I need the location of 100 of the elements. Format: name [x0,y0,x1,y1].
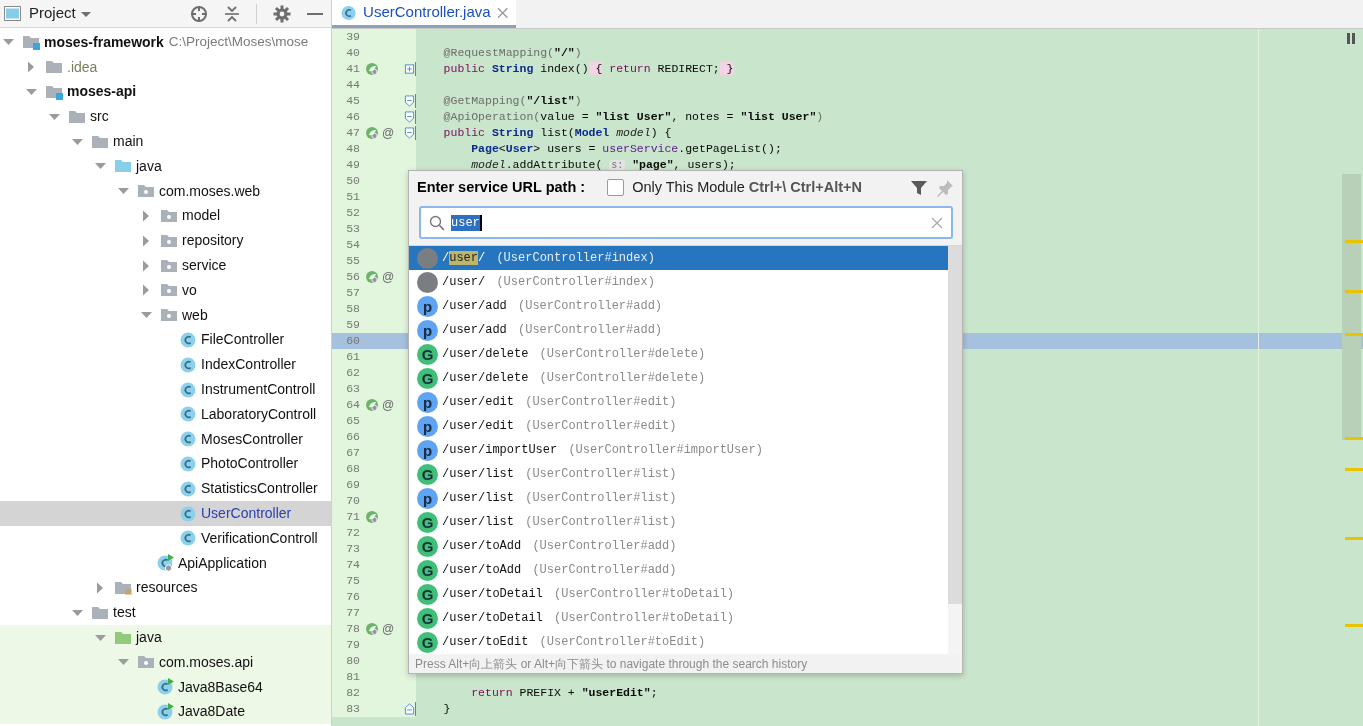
tree-item[interactable]: ApiApplication [0,550,331,576]
line-number: 53 [345,221,360,237]
method-dot [417,247,438,269]
method-badge: G [417,535,438,557]
result-item[interactable]: p /user/list (UserController#list) [409,486,948,510]
line-number: 65 [345,413,360,429]
tree-item[interactable]: vo [0,277,331,303]
result-item[interactable]: G /user/toEdit (UserController#toEdit) [409,630,948,654]
tree-item[interactable]: IndexController [0,352,331,378]
editor-tab[interactable]: UserController.java [332,0,516,28]
gutter-mark: @ [382,125,395,141]
result-item[interactable]: G /user/delete (UserController#delete) [409,366,948,390]
result-item[interactable]: G /user/delete (UserController#delete) [409,342,948,366]
line-number: 63 [345,381,360,397]
method-badge: G [417,583,438,605]
result-item[interactable]: /user/ (UserController#index) [409,270,948,294]
result-item[interactable]: G /user/list (UserController#list) [409,510,948,534]
tree-item[interactable]: repository [0,228,331,254]
tree-item[interactable]: .idea [0,54,331,80]
line-number: 77 [345,605,360,621]
runnable-class-icon [156,678,174,697]
tree-item[interactable]: resources [0,575,331,601]
tree-item[interactable]: com.moses.api [0,649,331,675]
fold-minus-icon[interactable] [404,94,415,108]
code-line: public String list(Model model) { [442,126,672,139]
pause-icon[interactable] [1347,33,1355,44]
tree-item[interactable]: src [0,104,331,130]
tree-item[interactable]: VerificationControll [0,525,331,551]
tree-item[interactable]: main [0,129,331,154]
result-item[interactable]: p /user/edit (UserController#edit) [409,414,948,438]
line-number: 83 [345,701,360,717]
line-number: 52 [345,205,360,221]
result-item[interactable]: G /user/toDetail (UserController#toDetail) [409,582,948,606]
filter-icon[interactable] [910,178,928,197]
clear-icon[interactable] [931,216,943,229]
tree-item[interactable]: web [0,302,331,328]
tree-item[interactable]: Java8Base64 [0,674,331,700]
navigation-hint: Press Alt+向上箭头 or Alt+向下箭头 to navigate through the search history [414,655,809,673]
tree-item[interactable]: test [0,600,331,626]
tree-item[interactable]: java [0,154,331,179]
result-item[interactable]: p /user/importUser (UserController#importUser) [409,438,948,462]
line-number: 44 [345,77,360,93]
search-field[interactable]: user [419,206,953,239]
project-path: C:\Project\Moses\mose [168,33,309,52]
tree-item[interactable]: InstrumentControll [0,377,331,402]
method-badge: p [417,439,438,461]
line-number: 41 [345,61,360,77]
result-item[interactable]: p /user/edit (UserController#edit) [409,390,948,414]
result-item[interactable]: G /user/toAdd (UserController#add) [409,558,948,582]
tree-item[interactable]: StatisticsController [0,476,331,502]
tree-item[interactable]: LaboratoryControll [0,401,331,427]
pin-icon[interactable] [936,178,954,197]
settings-icon[interactable] [273,4,291,23]
tree-item[interactable]: service [0,253,331,278]
fold-minus-icon[interactable] [404,702,415,716]
method-dot [417,271,438,293]
tree-item[interactable]: java [0,625,331,650]
result-item[interactable]: /user/ (UserController#index) [409,246,948,270]
result-item[interactable]: p /user/add (UserController#add) [409,294,948,318]
shortcut-hint: Ctrl+\ Ctrl+Alt+N [748,177,862,197]
close-icon[interactable] [496,6,508,19]
popup-title: Enter service URL path : [417,177,586,197]
line-number: 51 [345,189,360,205]
class-icon [179,405,197,424]
tree-item[interactable]: moses-framework C:\Project\Moses\mose [0,30,331,55]
tree-item[interactable]: model [0,203,331,229]
line-number: 40 [345,45,360,61]
tree-item[interactable]: Java8Date [0,699,331,725]
line-number: 57 [345,285,360,301]
gutter-mark: @ [382,621,395,637]
result-item[interactable]: p /user/add (UserController#add) [409,318,948,342]
code-line: @GetMapping("/list") [442,94,582,107]
crosshair-icon[interactable] [190,4,208,23]
tree-item[interactable]: MosesController [0,426,331,452]
result-item[interactable]: G /user/list (UserController#list) [409,462,948,486]
collapse-all-icon[interactable] [224,4,240,23]
tree-item[interactable]: PhotoController [0,451,331,477]
checkbox[interactable] [607,179,625,196]
line-number: 76 [345,589,360,605]
checkbox-label[interactable]: Only This Module [632,176,745,199]
line-number: 71 [345,509,360,525]
tree-item[interactable]: FileController [0,327,331,353]
line-number: 59 [345,317,360,333]
fold-plus-icon[interactable] [404,62,415,76]
line-number: 73 [345,541,360,557]
tree-item[interactable]: UserController [0,501,331,526]
fold-minus-icon[interactable] [404,126,415,140]
tree-item[interactable]: com.moses.web [0,178,331,204]
method-badge: G [417,559,438,581]
method-badge: G [417,511,438,533]
fold-minus-icon[interactable] [404,110,415,124]
result-item[interactable]: G /user/toDetail (UserController#toDetail) [409,606,948,630]
code-line: Page<User> users = userService.getPageList(); [470,142,782,155]
result-item[interactable]: G /user/toAdd (UserController#add) [409,534,948,558]
code-line: @ApiOperation(value = "list User", notes = "list User") [442,110,824,123]
method-badge: p [417,415,438,437]
code-line: @RequestMapping("/") [442,46,582,59]
scrollbar-thumb[interactable] [1342,174,1361,440]
tree-item[interactable]: moses-api [0,79,331,105]
scrollbar-thumb[interactable] [948,246,962,604]
